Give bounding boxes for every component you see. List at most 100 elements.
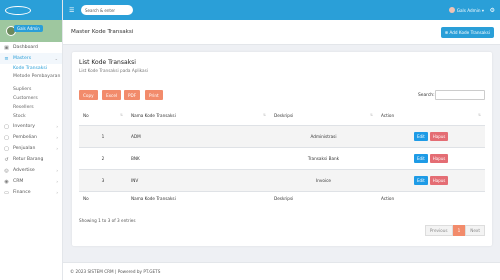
sidebar-item-retur-barang[interactable]: ↺ Retur Barang	[0, 154, 62, 165]
user-menu-label: Gals Admin	[456, 7, 481, 13]
chevron-right-icon: ›	[56, 168, 58, 173]
sidebar-item-label: Inventory	[13, 124, 35, 129]
delete-button[interactable]: Hapus	[429, 131, 449, 141]
add-kode-transaksi-button[interactable]: ⊕ Add Kode Transaksi	[440, 27, 494, 38]
page-1-button[interactable]: 1	[452, 225, 466, 236]
column-header-nama[interactable]: Nama Kode Transaksi ⇅	[127, 107, 270, 126]
table-row: 3 INV Invoice Edit Hapus	[79, 169, 485, 192]
cell-action: Edit Hapus	[377, 169, 485, 192]
user-panel: Gals Admin	[0, 20, 62, 42]
box-icon: ▢	[4, 123, 9, 130]
sidebar-item-masters[interactable]: ≡ Masters ⌄	[0, 53, 62, 64]
excel-button[interactable]: Excel	[102, 90, 122, 100]
edit-button[interactable]: Edit	[414, 153, 428, 163]
brand-bar	[0, 0, 62, 20]
sidebar-subitem-supliers[interactable]: Supliers	[0, 85, 62, 94]
return-icon: ↺	[4, 156, 9, 163]
cell-kode: ADM	[127, 125, 270, 148]
next-page-button[interactable]: Next	[465, 225, 485, 236]
footer-action: Action	[381, 196, 395, 202]
table-row: 1 ADM Administrasi Edit Hapus	[79, 125, 485, 148]
hamburger-icon[interactable]: ☰	[69, 7, 75, 14]
cell-no: 1	[79, 125, 127, 148]
copy-button[interactable]: Copy	[79, 90, 98, 100]
column-header-no[interactable]: No ⇅	[79, 107, 127, 126]
cell-action: Edit Hapus	[377, 125, 485, 148]
list-card: List Kode Transaksi List Kode Transaksi …	[72, 52, 492, 246]
cell-kode: INV	[127, 169, 270, 192]
topbar: ☰ Search & enter Gals Admin ▾ ⚙	[63, 0, 500, 20]
chevron-right-icon: ›	[56, 179, 58, 184]
cell-action: Edit Hapus	[377, 147, 485, 170]
gear-icon[interactable]: ⚙	[490, 7, 495, 14]
search-label: Search:	[418, 93, 435, 98]
card-title: List Kode Transaksi	[79, 59, 136, 66]
sort-icon: ⇅	[263, 113, 266, 118]
previous-page-button[interactable]: Previous	[424, 225, 453, 236]
sidebar-subitem-metode-pembayaran[interactable]: Metode Pembayaran	[0, 73, 62, 85]
footer-no: No	[83, 196, 89, 202]
pdf-button[interactable]: PDF	[124, 90, 141, 100]
sidebar-subitem-customers[interactable]: Customers	[0, 94, 62, 103]
chevron-down-icon: ⌄	[54, 56, 58, 61]
sidebar-item-label: CRM	[13, 179, 24, 184]
column-header-deskripsi[interactable]: Deskripsi ⇅	[270, 107, 377, 126]
sort-icon: ⇅	[120, 113, 123, 118]
sidebar-item-crm[interactable]: ◉ CRM ›	[0, 176, 62, 187]
footer-nama: Nama Kode Transaksi	[131, 196, 176, 202]
cell-deskripsi: Transaksi Bank	[270, 147, 377, 170]
table-info: Showing 1 to 3 of 3 entries	[79, 218, 136, 223]
table-header-row: No ⇅ Nama Kode Transaksi ⇅ Deskripsi ⇅ Acti…	[79, 107, 485, 126]
cart-icon: ▢	[4, 134, 9, 141]
delete-button[interactable]: Hapus	[429, 175, 449, 185]
cell-no: 2	[79, 147, 127, 170]
chevron-right-icon: ›	[56, 135, 58, 140]
sidebar-item-inventory[interactable]: ▢ Inventory ›	[0, 121, 62, 132]
cell-deskripsi: Administrasi	[270, 125, 377, 148]
sidebar-item-finance[interactable]: ▭ Finance ›	[0, 187, 62, 198]
kode-transaksi-table: No ⇅ Nama Kode Transaksi ⇅ Deskripsi ⇅ Acti…	[79, 107, 485, 206]
sort-icon: ⇅	[370, 113, 373, 118]
user-menu[interactable]: Gals Admin ▾	[448, 7, 484, 13]
sidebar-item-advertise[interactable]: ◎ Advertise ›	[0, 165, 62, 176]
page-header: Master Kode Transaksi ⊕ Add Kode Transak…	[63, 20, 500, 45]
search-input[interactable]: Search & enter	[81, 5, 133, 15]
cell-kode: BNK	[127, 147, 270, 170]
sidebar-item-label: Pembelian	[13, 135, 37, 140]
sidebar-item-penjualan[interactable]: ▢ Penjualan ›	[0, 143, 62, 154]
users-icon: ◉	[4, 178, 9, 185]
user-name-badge: Gals Admin	[14, 25, 43, 32]
logo[interactable]	[5, 5, 31, 15]
footer-deskripsi: Deskripsi	[274, 196, 294, 202]
table-row: 2 BNK Transaksi Bank Edit Hapus	[79, 147, 485, 170]
chevron-down-icon: ▾	[480, 7, 484, 13]
cell-deskripsi: Invoice	[270, 169, 377, 192]
edit-button[interactable]: Edit	[414, 175, 428, 185]
sidebar-item-label: Penjualan	[13, 146, 36, 151]
sidebar-item-pembelian[interactable]: ▢ Pembelian ›	[0, 132, 62, 143]
card-subtitle: List Kode Transaksi pada Aplikasi	[79, 68, 148, 73]
sidebar-item-label: Advertise	[13, 168, 35, 173]
sidebar: Gals Admin ▣ Dashboard ≡ Masters ⌄ Kode …	[0, 0, 63, 280]
chevron-right-icon: ›	[56, 146, 58, 151]
page-title: Master Kode Transaksi	[71, 29, 134, 35]
edit-button[interactable]: Edit	[414, 131, 428, 141]
sidebar-subitem-kode-transaksi[interactable]: Kode Transaksi	[0, 64, 62, 73]
sidebar-subitem-stock[interactable]: Stock	[0, 112, 62, 121]
delete-button[interactable]: Hapus	[429, 153, 449, 163]
add-button-label: Add Kode Transaksi	[449, 30, 490, 35]
layers-icon: ≡	[4, 55, 9, 62]
megaphone-icon: ◎	[4, 167, 9, 174]
chevron-right-icon: ›	[56, 124, 58, 129]
sidebar-item-label: Dashboard	[13, 45, 38, 50]
print-button[interactable]: Print	[145, 90, 163, 100]
column-header-action[interactable]: Action ⇅	[377, 107, 485, 126]
sidebar-subitem-resellers[interactable]: Resellers	[0, 103, 62, 112]
dashboard-icon: ▣	[4, 44, 9, 51]
table-search-input[interactable]	[435, 90, 485, 100]
cell-no: 3	[79, 169, 127, 192]
footer: © 2023 SISTEM CRM | Powered by PT.GETS	[63, 262, 500, 280]
sidebar-item-label: Finance	[13, 190, 31, 195]
tag-icon: ▢	[4, 145, 9, 152]
sidebar-item-dashboard[interactable]: ▣ Dashboard	[0, 42, 62, 53]
